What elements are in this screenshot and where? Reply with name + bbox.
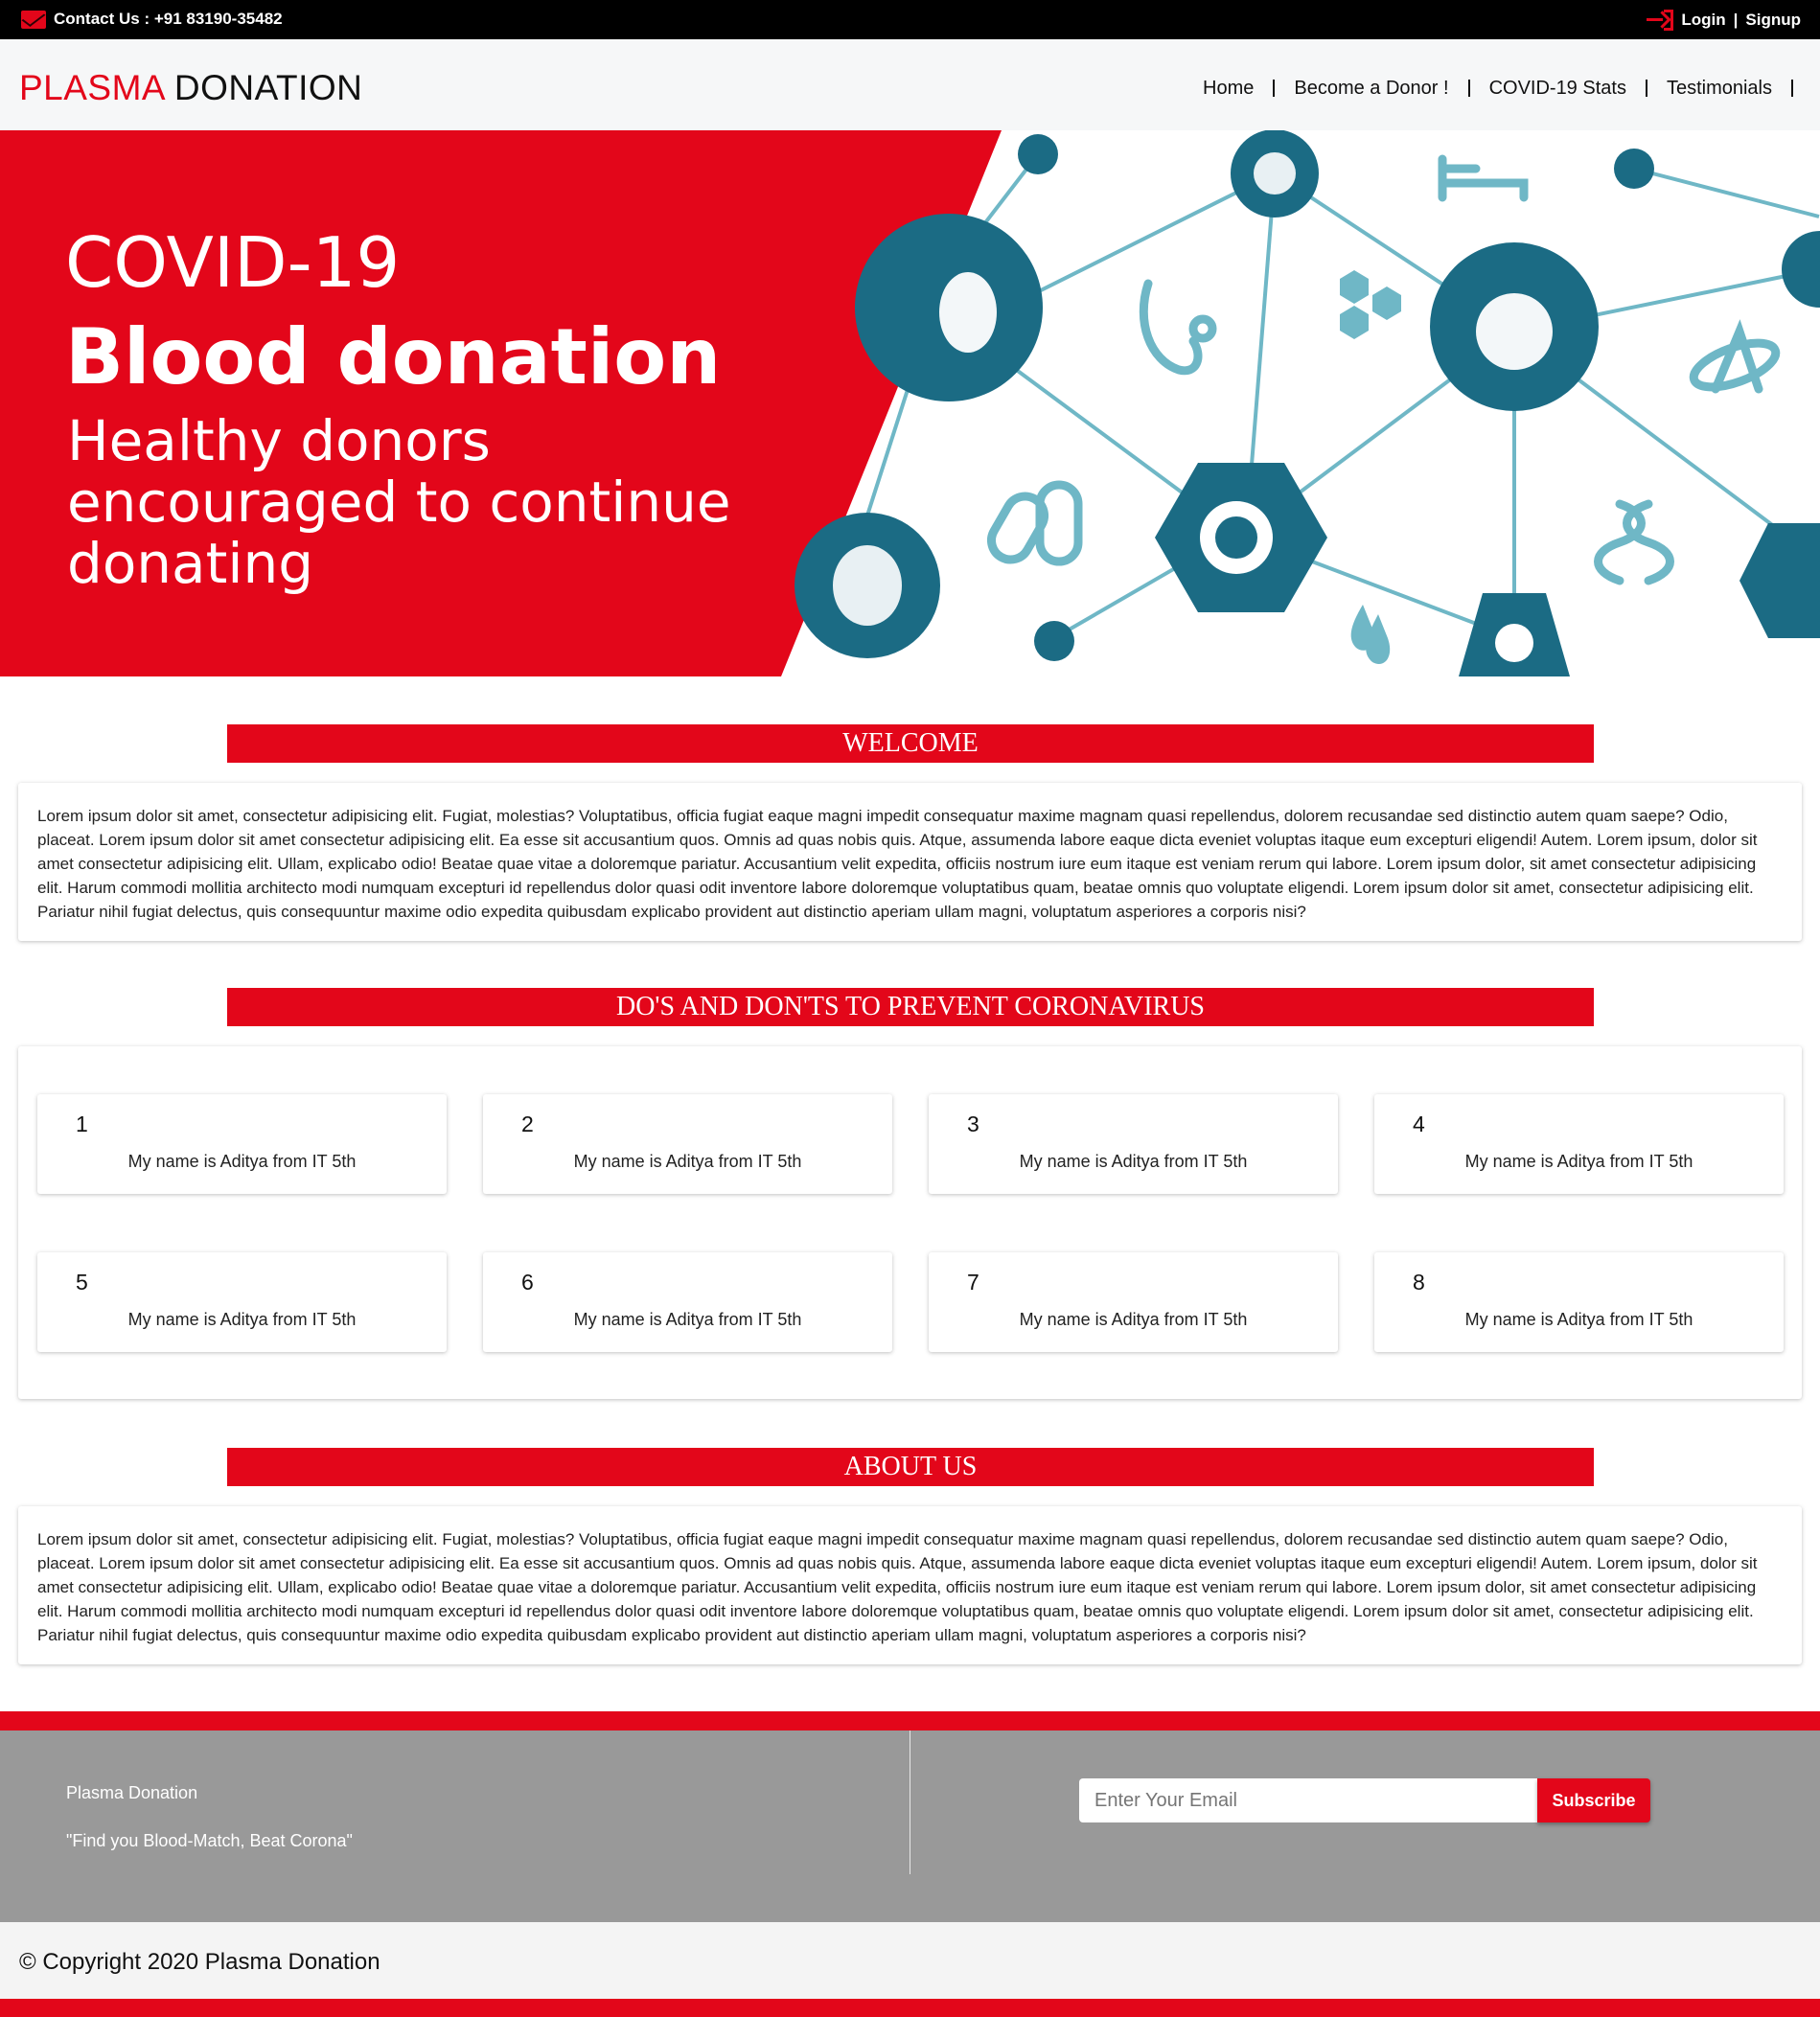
tip-number: 4 — [1413, 1112, 1425, 1136]
subscribe-button[interactable]: Subscribe — [1537, 1778, 1650, 1822]
tip-card: 6 My name is Aditya from IT 5th — [483, 1252, 892, 1352]
tip-text: My name is Aditya from IT 5th — [1464, 1310, 1693, 1329]
tip-text: My name is Aditya from IT 5th — [1019, 1152, 1248, 1171]
navbar: PLASMA DONATION Home Become a Donor ! CO… — [0, 39, 1820, 130]
tip-text: My name is Aditya from IT 5th — [127, 1152, 357, 1171]
about-text: Lorem ipsum dolor sit amet, consectetur … — [37, 1530, 1758, 1644]
tip-card: 4 My name is Aditya from IT 5th — [1374, 1094, 1784, 1194]
welcome-title: WELCOME — [227, 724, 1594, 763]
footer-site-name: Plasma Donation — [66, 1783, 198, 1802]
tip-number: 7 — [967, 1270, 979, 1295]
footer-slogan: "Find you Blood-Match, Beat Corona" — [66, 1831, 353, 1850]
hero-banner: COVID-19 Blood donation Healthy donors e… — [0, 130, 1820, 676]
tip-text: My name is Aditya from IT 5th — [573, 1310, 802, 1329]
tip-number: 3 — [967, 1112, 979, 1136]
contact-info: Contact Us : +91 83190-35482 — [21, 10, 283, 29]
copyright-bar: © Copyright 2020 Plasma Donation — [0, 1922, 1820, 1999]
brand-part-2: DONATION — [173, 68, 363, 107]
thermometer-icon — [1739, 523, 1820, 638]
tip-text: My name is Aditya from IT 5th — [1464, 1152, 1693, 1171]
about-title: ABOUT US — [227, 1448, 1594, 1486]
hero-line-3: Healthy donors encouraged to continue do… — [67, 408, 731, 596]
tip-text: My name is Aditya from IT 5th — [573, 1152, 802, 1171]
newsletter-email-input[interactable] — [1079, 1778, 1537, 1822]
nav-testimonials[interactable]: Testimonials — [1647, 79, 1793, 98]
nav-covid-stats[interactable]: COVID-19 Stats — [1470, 79, 1647, 98]
auth-separator: | — [1733, 11, 1739, 29]
bed-icon — [1438, 154, 1529, 202]
dna-icon — [1594, 499, 1674, 585]
footer-top-stripe — [0, 1711, 1820, 1730]
tip-number: 2 — [521, 1112, 534, 1136]
copyright-text: © Copyright 2020 Plasma Donation — [19, 1949, 380, 1975]
tip-card: 3 My name is Aditya from IT 5th — [929, 1094, 1338, 1194]
tip-number: 6 — [521, 1270, 534, 1295]
nav-become-donor[interactable]: Become a Donor ! — [1275, 79, 1470, 98]
login-icon — [1647, 10, 1674, 31]
tip-card: 7 My name is Aditya from IT 5th — [929, 1252, 1338, 1352]
tip-card: 1 My name is Aditya from IT 5th — [37, 1094, 447, 1194]
brand-logo[interactable]: PLASMA DONATION — [19, 68, 362, 108]
nav-home[interactable]: Home — [1184, 79, 1276, 98]
main-nav: Home Become a Donor ! COVID-19 Stats Tes… — [1184, 79, 1793, 98]
tip-number: 5 — [76, 1270, 88, 1295]
hero-line-2: Blood donation — [65, 312, 722, 401]
bottom-stripe — [0, 1999, 1820, 2017]
tip-card: 8 My name is Aditya from IT 5th — [1374, 1252, 1784, 1352]
tip-number: 1 — [76, 1112, 88, 1136]
brand-part-1: PLASMA — [19, 68, 165, 107]
dos-donts-card: 1 My name is Aditya from IT 5th 2 My nam… — [18, 1046, 1802, 1399]
login-link[interactable]: Login — [1681, 11, 1725, 30]
about-card: Lorem ipsum dolor sit amet, consectetur … — [18, 1506, 1802, 1664]
tip-text: My name is Aditya from IT 5th — [1019, 1310, 1248, 1329]
auth-links: Login | Signup — [1647, 10, 1801, 31]
tip-text: My name is Aditya from IT 5th — [127, 1310, 357, 1329]
tip-card: 5 My name is Aditya from IT 5th — [37, 1252, 447, 1352]
welcome-text: Lorem ipsum dolor sit amet, consectetur … — [37, 807, 1758, 921]
tip-card: 2 My name is Aditya from IT 5th — [483, 1094, 892, 1194]
signup-link[interactable]: Signup — [1745, 11, 1801, 30]
contact-text: Contact Us : +91 83190-35482 — [54, 10, 283, 28]
tip-number: 8 — [1413, 1270, 1425, 1295]
mail-icon — [21, 10, 46, 29]
hexagon-cluster-icon — [1340, 270, 1369, 304]
welcome-card: Lorem ipsum dolor sit amet, consectetur … — [18, 783, 1802, 941]
hero-line-1: COVID-19 — [65, 222, 401, 303]
top-bar: Contact Us : +91 83190-35482 Login | Sig… — [0, 0, 1820, 39]
dos-donts-title: DO'S AND DON'TS TO PREVENT CORONAVIRUS — [227, 988, 1594, 1026]
footer: Plasma Donation "Find you Blood-Match, B… — [0, 1730, 1820, 1922]
